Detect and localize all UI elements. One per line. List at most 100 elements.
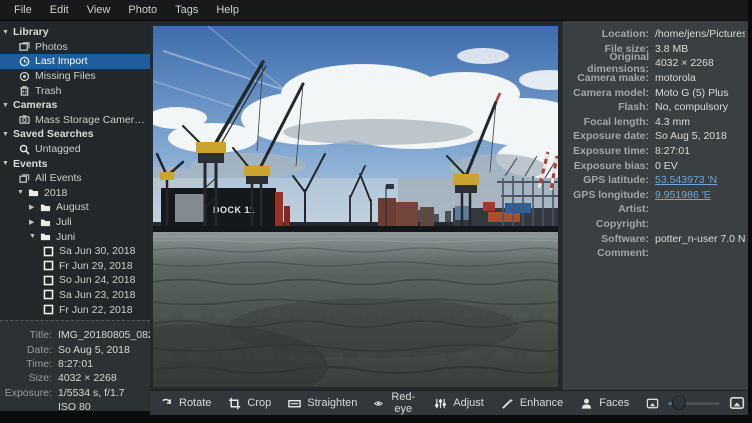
sidebar-section-saved-searches[interactable]: Saved Searches [0,127,150,142]
last-import-icon [19,56,30,67]
adjust-icon [434,397,447,410]
detail-location-value: /home/jens/Pictures/2018... [655,28,745,40]
chevron-down-icon[interactable] [2,102,13,109]
menu-help[interactable]: Help [208,2,247,18]
info-date-value: So Aug 5, 2018 [58,344,130,356]
all-events-icon [19,173,30,184]
sidebar-section-library[interactable]: Library [0,25,150,40]
event-icon [43,304,54,315]
faces-icon [580,397,593,410]
sidebar-item-event-jun-24[interactable]: So Jun 24, 2018 [0,273,150,288]
basic-info-panel: Title:IMG_20180805_0827009... Date:So Au… [0,320,150,411]
event-icon [43,289,54,300]
chevron-down-icon[interactable] [29,233,40,240]
sidebar-item-missing-files[interactable]: Missing Files [0,69,150,84]
enhance-button[interactable]: Enhance [501,397,563,410]
zoom-out-photo-icon[interactable] [646,397,659,410]
trash-icon [19,85,30,96]
detail-label: Focal length: [563,116,649,128]
folder-icon [28,187,39,198]
info-exposure-value: 1/5534 s, f/1.7 [58,387,125,399]
detail-label: Flash: [563,101,649,113]
info-title-value: IMG_20180805_0827009... [58,329,150,341]
chevron-right-icon[interactable] [29,203,40,211]
sidebar-item-last-import[interactable]: Last Import [0,54,150,69]
folder-icon [40,202,51,213]
menu-view[interactable]: View [79,2,119,18]
menu-bar: File Edit View Photo Tags Help [0,0,748,21]
sidebar-item-juni[interactable]: Juni [0,229,150,244]
sidebar-item-mass-storage-camera[interactable]: Mass Storage Camera (510 M... [0,113,150,128]
sidebar: Library Photos Last Import Missing Files… [0,21,150,411]
gps-latitude-link[interactable]: 53.543973 'N [655,174,717,186]
detail-label: Exposure bias: [563,160,649,172]
gps-longitude-link[interactable]: 9.951986 'E [655,189,711,201]
zoom-in-photo-icon[interactable] [729,395,745,411]
missing-files-icon [19,71,30,82]
sidebar-item-untagged[interactable]: Untagged [0,142,150,157]
enhance-icon [501,397,514,410]
sidebar-item-photos[interactable]: Photos [0,40,150,55]
detail-flash-value: No, compulsory [655,101,728,113]
crop-button[interactable]: Crop [228,397,271,410]
sidebar-item-event-jun-23[interactable]: Sa Jun 23, 2018 [0,288,150,303]
extended-info-panel: Location:/home/jens/Pictures/2018... Fil… [562,21,748,390]
sidebar-item-all-events[interactable]: All Events [0,171,150,186]
faces-button[interactable]: Faces [580,397,629,410]
event-icon [43,260,54,271]
sidebar-item-event-jun-29[interactable]: Fr Jun 29, 2018 [0,259,150,274]
rotate-button[interactable]: Rotate [160,397,211,410]
sidebar-section-events[interactable]: Events [0,156,150,171]
menu-edit[interactable]: Edit [42,2,77,18]
crop-icon [228,397,241,410]
folder-icon [40,217,51,228]
detail-label: Location: [563,28,649,40]
chevron-down-icon[interactable] [2,29,13,36]
adjust-button[interactable]: Adjust [434,397,484,410]
detail-label: Copyright: [563,218,649,230]
sidebar-tree: Library Photos Last Import Missing Files… [0,21,150,318]
folder-icon [40,231,51,242]
sidebar-item-event-jun-30[interactable]: Sa Jun 30, 2018 [0,244,150,259]
red-eye-icon [374,397,383,410]
menu-file[interactable]: File [6,2,40,18]
detail-focal-length-value: 4.3 mm [655,116,690,128]
chevron-down-icon[interactable] [17,189,28,196]
sidebar-item-august[interactable]: August [0,200,150,215]
search-icon [19,144,30,155]
editing-toolbar: Rotate Crop Straighten Red-eye Adjust En… [150,390,748,415]
info-label: Exposure: [0,387,52,399]
sidebar-item-juli[interactable]: Juli [0,215,150,230]
zoom-slider[interactable] [668,396,720,410]
detail-label: Comment: [563,247,649,259]
sidebar-item-trash[interactable]: Trash [0,83,150,98]
event-icon [43,246,54,257]
red-eye-button[interactable]: Red-eye [374,391,417,415]
info-size-value: 4032 × 2268 [58,372,117,384]
menu-tags[interactable]: Tags [167,2,206,18]
detail-filesize-value: 3.8 MB [655,43,688,55]
straighten-button[interactable]: Straighten [288,397,357,410]
event-icon [43,275,54,286]
detail-software-value: potter_n-user 7.0 NPNS2... [655,233,745,245]
zoom-controls [646,395,752,411]
detail-dimensions-value: 4032 × 2268 [655,57,714,69]
detail-label: Camera model: [563,87,649,99]
sidebar-section-cameras[interactable]: Cameras [0,98,150,113]
detail-label: Software: [563,233,649,245]
detail-label: Exposure time: [563,145,649,157]
zoom-slider-handle[interactable] [672,396,686,410]
detail-label: GPS latitude: [563,174,649,186]
chevron-down-icon[interactable] [2,160,13,167]
info-label: Title: [0,329,52,341]
detail-label: Artist: [563,203,649,215]
menu-photo[interactable]: Photo [120,2,165,18]
photo-harbor-cranes: DOCK 11 [153,26,558,387]
detail-exposure-date-value: So Aug 5, 2018 [655,130,727,142]
chevron-down-icon[interactable] [2,131,13,138]
sidebar-item-event-jun-22[interactable]: Fr Jun 22, 2018 [0,302,150,317]
chevron-right-icon[interactable] [29,218,40,226]
sidebar-item-2018[interactable]: 2018 [0,186,150,201]
detail-exposure-bias-value: 0 EV [655,160,678,172]
dock-sign-text: DOCK 11 [213,205,255,215]
